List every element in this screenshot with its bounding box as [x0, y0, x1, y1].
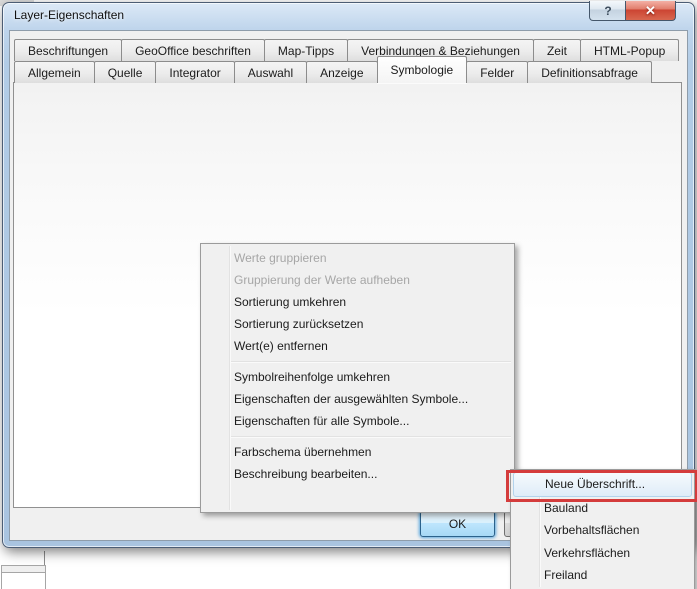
- tab[interactable]: Definitionsabfrage: [527, 61, 652, 83]
- context-menu-item[interactable]: Farbschema übernehmen ►: [201, 441, 514, 463]
- tab[interactable]: GeoOffice beschriften: [121, 39, 265, 61]
- menu-item-label: Vorbehaltsflächen: [544, 523, 639, 537]
- close-button[interactable]: ✕: [625, 1, 676, 21]
- submenu-item[interactable]: Freiland: [511, 564, 694, 587]
- annotation-highlight-rectangle: [506, 470, 697, 502]
- menu-item-label: Bauland: [544, 501, 588, 515]
- tab[interactable]: Integrator: [155, 61, 234, 83]
- context-menu-item[interactable]: Wert(e) entfernen ►: [201, 335, 514, 357]
- tab[interactable]: HTML-Popup: [580, 39, 679, 61]
- submenu-item[interactable]: Vorbehaltsflächen: [511, 519, 694, 542]
- close-icon: ✕: [645, 3, 656, 19]
- context-menu-item[interactable]: Beschreibung bearbeiten... ►: [201, 463, 514, 485]
- tab-row-back: BeschriftungenGeoOffice beschriftenMap-T…: [14, 38, 678, 61]
- help-icon: ?: [604, 4, 611, 18]
- menu-item-label: Freiland: [544, 568, 587, 582]
- menu-item-label: Eigenschaften für alle Symbole...: [234, 414, 409, 428]
- menu-item-label: Wert(e) entfernen: [234, 339, 328, 353]
- menu-item-label: Werte gruppieren: [234, 251, 327, 265]
- menu-item-label: Symbolreihenfolge umkehren: [234, 370, 390, 384]
- tab[interactable]: Map-Tipps: [264, 39, 348, 61]
- context-menu-item[interactable]: Gruppierung der Werte aufheben ►: [201, 269, 514, 291]
- tab[interactable]: Anzeige: [306, 61, 377, 83]
- screen: Layer-Eigenschaften ? ✕ BeschriftungenGe…: [0, 0, 697, 589]
- context-menu-item[interactable]: Sortierung zurücksetzen ►: [201, 313, 514, 335]
- tab[interactable]: Felder: [466, 61, 528, 83]
- context-menu-item[interactable]: Symbolreihenfolge umkehren ►: [201, 366, 514, 388]
- tab[interactable]: Zeit: [533, 39, 581, 61]
- background-panel-header: [2, 566, 45, 573]
- context-menu-item[interactable]: Eigenschaften der ausgewählten Symbole..…: [201, 388, 514, 410]
- tab[interactable]: Allgemein: [14, 61, 95, 83]
- ok-button[interactable]: OK: [420, 511, 495, 537]
- tab-row-front: AllgemeinQuelleIntegratorAuswahlAnzeigeS…: [14, 61, 651, 83]
- context-menu-item[interactable]: Sortierung umkehren ►: [201, 291, 514, 313]
- menu-item-label: Verkehrsflächen: [544, 546, 630, 560]
- submenu-item[interactable]: Verkehrsflächen: [511, 542, 694, 565]
- tab[interactable]: Symbologie: [377, 56, 468, 83]
- background-panel-corner: [1, 565, 46, 589]
- menu-item-label: Beschreibung bearbeiten...: [234, 467, 377, 481]
- menu-item-label: Eigenschaften der ausgewählten Symbole..…: [234, 392, 468, 406]
- tab[interactable]: Beschriftungen: [14, 39, 122, 61]
- help-button[interactable]: ?: [589, 1, 627, 21]
- menu-item-label: Gruppierung der Werte aufheben: [234, 273, 410, 287]
- context-menu-item[interactable]: Werte gruppieren ►: [201, 247, 514, 269]
- menu-item-label: Sortierung umkehren: [234, 295, 346, 309]
- menu-item-label: Sortierung zurücksetzen: [234, 317, 363, 331]
- tab[interactable]: Auswahl: [234, 61, 307, 83]
- tab[interactable]: Quelle: [94, 61, 157, 83]
- dialog-title: Layer-Eigenschaften: [14, 8, 124, 22]
- context-menu: Werte gruppieren ► Gruppierung der Werte…: [200, 243, 515, 513]
- menu-item-label: Farbschema übernehmen: [234, 445, 371, 459]
- context-menu-item[interactable]: Eigenschaften für alle Symbole... ►: [201, 410, 514, 432]
